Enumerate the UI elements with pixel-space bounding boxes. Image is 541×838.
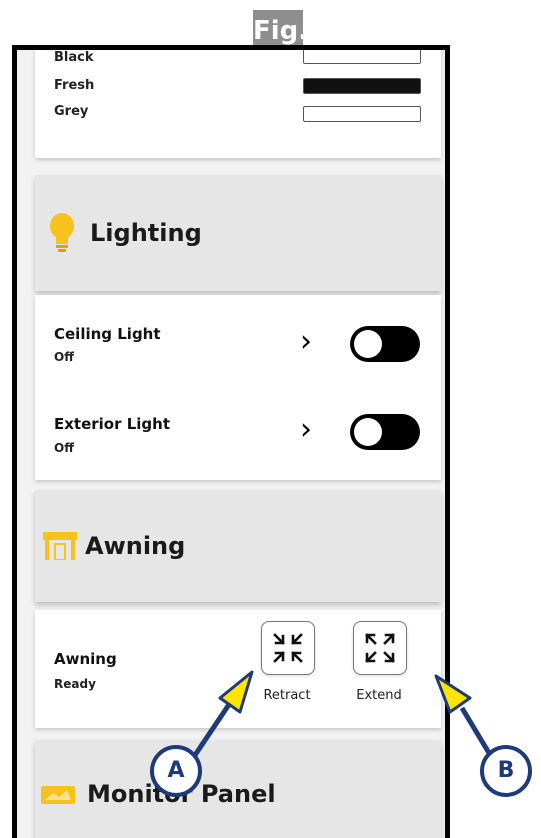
exterior-light-title: Exterior Light: [54, 415, 171, 433]
retract-label: Retract: [263, 688, 311, 703]
battery-panel-icon: [41, 784, 77, 810]
exterior-light-toggle[interactable]: [350, 414, 420, 450]
lighting-list: Ceiling Light Off › Exterior Light Off ›: [35, 295, 441, 480]
black-tank-level-bar: [303, 50, 421, 64]
ceiling-light-title: Ceiling Light: [54, 325, 161, 343]
awning-section-header[interactable]: Awning: [35, 490, 441, 602]
exterior-light-status: Off: [54, 441, 74, 455]
awning-row-status: Ready: [54, 677, 96, 691]
callout-b: B: [480, 745, 532, 797]
swatch-label-grey: Grey: [54, 104, 89, 119]
swatch-label-fresh: Fresh: [54, 78, 95, 93]
collapse-arrows-icon: [272, 632, 304, 668]
light-bulb-icon: [47, 211, 77, 259]
swatch-label-black: Black: [54, 50, 94, 65]
awning-title: Awning: [85, 532, 186, 560]
awning-icon: [43, 532, 77, 564]
water-levels-card: Black Fresh Grey: [35, 50, 441, 158]
monitor-panel-section-header[interactable]: Monitor Panel: [35, 740, 441, 838]
lighting-title: Lighting: [90, 219, 202, 247]
callout-a: A: [150, 745, 202, 797]
chevron-right-icon[interactable]: ›: [300, 327, 312, 357]
extend-label: Extend: [356, 688, 402, 703]
fresh-tank-level-bar: [303, 78, 421, 94]
ceiling-light-toggle[interactable]: [350, 326, 420, 362]
app-screen: Black Fresh Grey Lighting Ceiling Light …: [12, 45, 450, 838]
chevron-right-icon[interactable]: ›: [300, 415, 312, 445]
expand-arrows-icon: [364, 632, 396, 668]
grey-tank-level-bar: [303, 106, 421, 122]
retract-button[interactable]: [261, 621, 315, 675]
ceiling-light-status: Off: [54, 350, 74, 364]
extend-button[interactable]: [353, 621, 407, 675]
awning-control-card: Awning Ready Retract Extend: [35, 610, 441, 728]
awning-row-title: Awning: [54, 650, 117, 668]
lighting-section-header[interactable]: Lighting: [35, 175, 441, 291]
